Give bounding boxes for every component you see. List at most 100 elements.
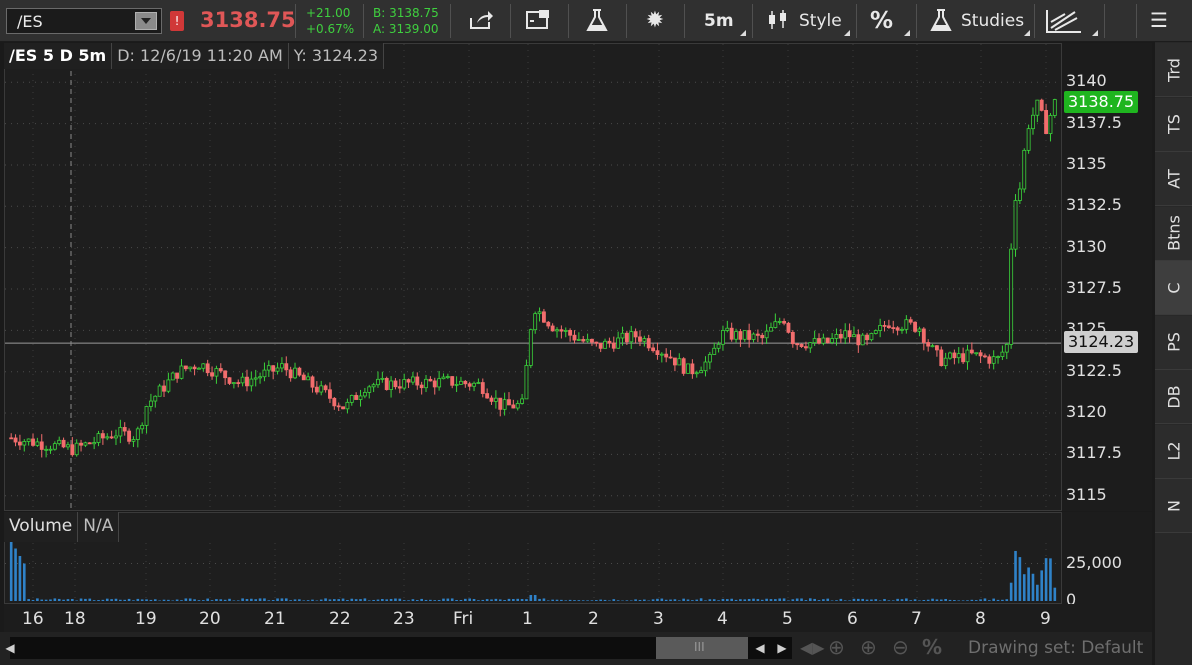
sidebar-tab-n[interactable]: N <box>1155 479 1192 533</box>
gear-icon[interactable]: ✹ <box>641 8 669 34</box>
volume-bar <box>328 599 332 601</box>
zoom-in-icon[interactable]: ⊕ <box>860 635 877 659</box>
scroll-left-icon[interactable]: ◀ <box>0 637 20 659</box>
sidebar-tab-label: L2 <box>1164 441 1183 461</box>
sidebar-tab-ps[interactable]: PS <box>1155 315 1192 370</box>
scroll-left-step-icon[interactable]: ◀ <box>750 637 770 659</box>
sidebar-tab-btns[interactable]: Btns <box>1155 206 1192 261</box>
candle-up <box>52 443 57 450</box>
price-tick-label: 3127.5 <box>1066 278 1122 297</box>
candle-down <box>415 376 420 386</box>
drawings-icon[interactable] <box>1044 8 1084 34</box>
sidebar-tab-db[interactable]: DB <box>1155 370 1192 424</box>
sidebar-tab-at[interactable]: AT <box>1155 152 1192 206</box>
crosshair-icon[interactable]: ⊕ <box>828 635 845 659</box>
candle-up <box>563 330 568 332</box>
sidebar-tab-ts[interactable]: TS <box>1155 97 1192 152</box>
studies-button[interactable]: Studies <box>961 11 1024 31</box>
separator <box>916 4 917 38</box>
price-axis[interactable]: 3140 3137.5 3135 3132.5 3130 3127.5 3125 3122.5… <box>1062 43 1152 511</box>
percent-icon[interactable]: % <box>922 635 942 659</box>
symbol-selector[interactable]: /ES <box>6 8 162 34</box>
candle-up <box>166 379 171 392</box>
candle-down <box>507 399 511 406</box>
volume-bar <box>402 600 406 601</box>
candle-up <box>48 448 53 451</box>
volume-bar <box>913 599 917 601</box>
volume-bar <box>219 599 223 601</box>
style-button[interactable]: Style <box>799 11 842 31</box>
candle-down <box>463 380 468 385</box>
interval-button[interactable]: 5m <box>704 11 734 31</box>
candle-down <box>847 330 852 338</box>
volume-bar <box>40 599 44 601</box>
flexible-grid-icon[interactable] <box>524 8 554 34</box>
volume-bar <box>263 598 266 601</box>
price-chart[interactable] <box>4 43 1062 511</box>
candlestick-icon[interactable] <box>766 8 790 34</box>
candle-down <box>314 386 319 393</box>
studies-flask-icon[interactable] <box>928 8 954 34</box>
drawing-set-label[interactable]: Drawing set: Default <box>968 638 1143 658</box>
candle-down <box>983 355 987 358</box>
flask-icon[interactable] <box>582 8 612 34</box>
candle-up <box>26 438 31 442</box>
candle-up <box>1017 188 1022 201</box>
volume-bar <box>734 599 738 601</box>
volume-bar <box>865 599 869 601</box>
time-axis[interactable]: 16 18 19 20 21 22 23 Fri 1 2 3 4 5 6 7 8 9 <box>4 604 1152 632</box>
candle-up <box>253 377 258 380</box>
candle-down <box>393 380 398 388</box>
volume-bar <box>280 598 284 601</box>
candle-up <box>279 363 284 369</box>
candle-up <box>445 376 450 378</box>
volume-bar <box>149 599 153 601</box>
volume-bar <box>555 599 559 601</box>
volume-bar <box>71 598 74 601</box>
time-tick-label: 5 <box>782 609 793 629</box>
last-price-tag: 3138.75 <box>1064 90 1139 113</box>
expand-time-icon[interactable]: ◀▶ <box>800 638 825 657</box>
volume-bar <box>686 599 690 601</box>
alert-badge[interactable]: ! <box>170 11 184 31</box>
volume-bar <box>808 598 812 601</box>
candle-up <box>537 311 542 315</box>
volume-bar <box>887 600 891 601</box>
menu-icon[interactable]: ☰ <box>1150 8 1168 32</box>
volume-bar <box>1014 550 1017 601</box>
volume-pane[interactable] <box>4 512 1062 604</box>
volume-value: N/A <box>78 512 120 542</box>
sidebar-tab-label: TS <box>1164 114 1183 134</box>
volume-bar <box>629 600 633 601</box>
candle-up <box>293 367 297 379</box>
candle-down <box>183 365 188 370</box>
candle-up <box>410 376 415 383</box>
sidebar-tab-trd[interactable]: Trd <box>1155 43 1192 97</box>
candle-up <box>148 400 153 407</box>
separator <box>856 4 857 38</box>
volume-bar <box>110 599 113 601</box>
volume-bar <box>158 600 161 601</box>
volume-bar <box>822 599 825 601</box>
sidebar-tab-c[interactable]: C <box>1155 261 1192 315</box>
share-icon[interactable] <box>466 8 496 34</box>
scrollbar-thumb[interactable]: III <box>656 637 748 659</box>
volume-bar <box>739 599 742 601</box>
volume-bar <box>874 599 878 601</box>
candle-up <box>904 319 909 330</box>
chevron-down-icon[interactable] <box>135 12 157 30</box>
dropdown-corner-icon <box>844 30 850 36</box>
sidebar-tab-label: Btns <box>1164 215 1183 251</box>
volume-bar <box>503 600 506 601</box>
sidebar-tab-l2[interactable]: L2 <box>1155 424 1192 479</box>
candle-up <box>367 386 372 393</box>
volume-bar <box>481 599 485 601</box>
percent-button[interactable]: % <box>870 8 893 34</box>
candle-up <box>441 376 446 380</box>
candle-up <box>402 379 407 389</box>
volume-bar <box>197 600 201 601</box>
candle-up <box>777 320 782 323</box>
scroll-right-step-icon[interactable]: ▶ <box>772 637 792 659</box>
zoom-out-icon[interactable]: ⊖ <box>892 635 909 659</box>
volume-bar <box>293 599 297 601</box>
